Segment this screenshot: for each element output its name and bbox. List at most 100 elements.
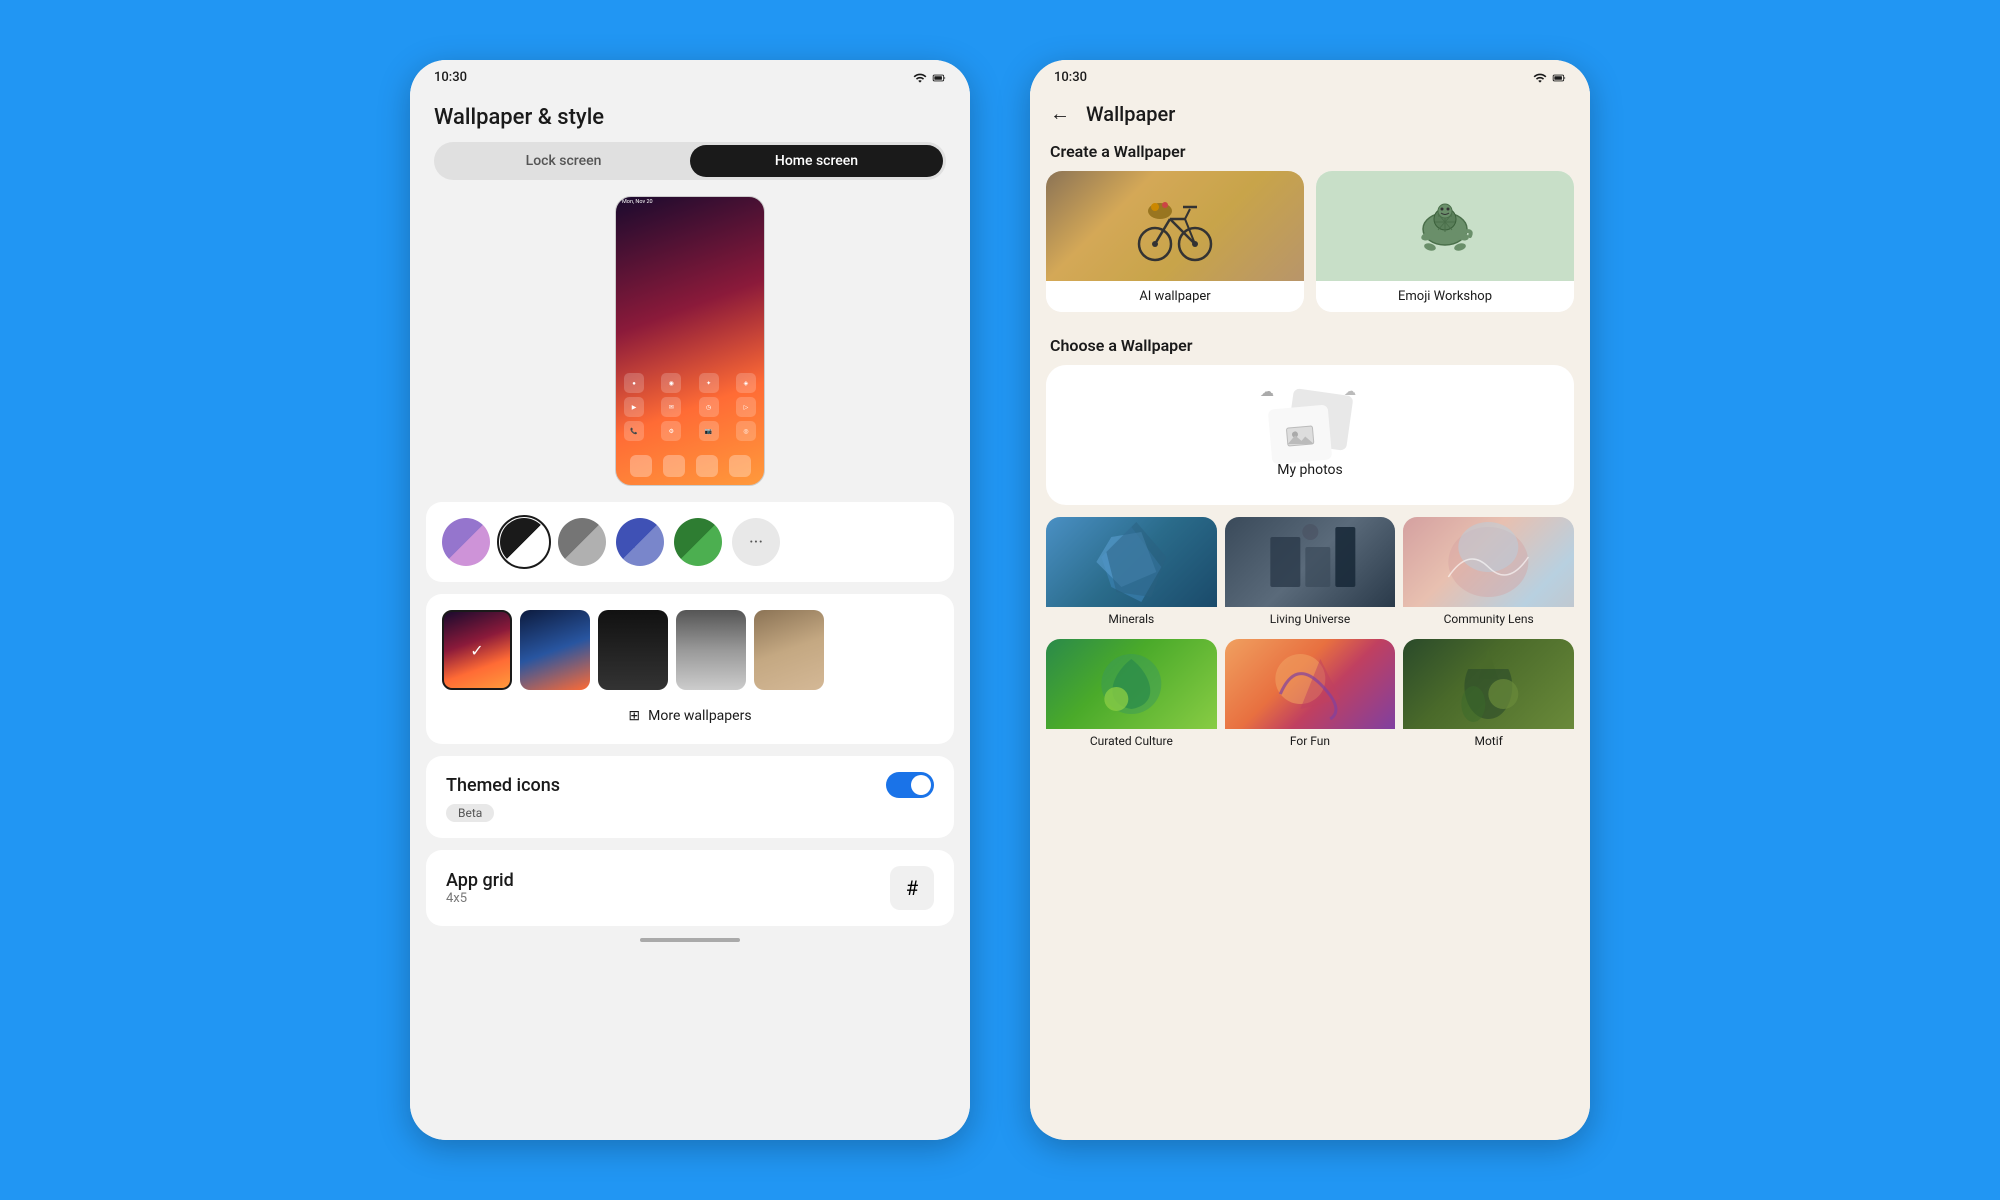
color-section: ···	[426, 502, 954, 582]
color-swatch-green[interactable]	[674, 518, 722, 566]
preview-icon-10: ⚙	[661, 421, 681, 441]
minerals-label: Minerals	[1046, 607, 1217, 631]
left-phone: 10:30 Wallpaper & style Lock screen Home…	[410, 60, 970, 1140]
status-icons-left	[913, 71, 946, 85]
my-photos-label: My photos	[1277, 462, 1343, 478]
curated-culture-label: Curated Culture	[1046, 729, 1217, 753]
app-grid-title: App grid	[446, 870, 514, 891]
ai-wallpaper-label: AI wallpaper	[1046, 281, 1304, 312]
motif-label: Motif	[1403, 729, 1574, 753]
wallpaper-thumbnails: ✓	[442, 610, 938, 690]
home-indicator	[640, 938, 740, 942]
back-button[interactable]: ←	[1050, 101, 1070, 126]
tab-home-screen[interactable]: Home screen	[690, 145, 943, 177]
wallpaper-item-community-lens[interactable]: Community Lens	[1403, 517, 1574, 631]
wallpaper-item-living-universe[interactable]: Living Universe	[1225, 517, 1396, 631]
app-grid-subtitle: 4x5	[446, 891, 514, 906]
emoji-workshop-label: Emoji Workshop	[1316, 281, 1574, 312]
wallpaper-thumb-2[interactable]	[520, 610, 590, 690]
right-phone: 10:30 ← Wallpaper Create a Wallpaper	[1030, 60, 1590, 1140]
wallpaper-section: ✓ ⊞ More wallpapers	[426, 594, 954, 744]
more-wallpapers-label: More wallpapers	[648, 708, 751, 724]
themed-icons-section: Themed icons Beta	[426, 756, 954, 838]
time-left: 10:30	[434, 70, 467, 85]
status-bar-left: 10:30	[410, 60, 970, 89]
wallpaper-thumb-4[interactable]	[676, 610, 746, 690]
preview-icon-9: 📞	[624, 421, 644, 441]
wallpaper-item-for-fun[interactable]: For Fun	[1225, 639, 1396, 753]
preview-icon-5: ▶	[624, 397, 644, 417]
signal-icon	[913, 71, 927, 85]
color-swatch-purple[interactable]	[442, 518, 490, 566]
preview-icon-6: ✉	[661, 397, 681, 417]
more-wallpapers-button[interactable]: ⊞ More wallpapers	[442, 704, 938, 728]
status-bar-right: 10:30	[1030, 60, 1590, 89]
motif-image	[1403, 639, 1574, 729]
tab-switcher[interactable]: Lock screen Home screen	[434, 142, 946, 180]
color-swatches: ···	[442, 518, 938, 566]
preview-screen: Mon, Nov 20 ● ◉ ✦ ◈ ▶ ✉ ◷ ▷	[616, 197, 764, 485]
back-header: ← Wallpaper	[1030, 89, 1590, 134]
app-grid-section[interactable]: App grid 4x5 #	[426, 850, 954, 926]
dock-icon-4	[729, 455, 751, 477]
preview-icon-4: ◈	[736, 373, 756, 393]
preview-date: Mon, Nov 20	[616, 197, 764, 207]
for-fun-illustration	[1225, 639, 1396, 729]
community-lens-illustration	[1403, 517, 1574, 607]
time-right: 10:30	[1054, 70, 1087, 85]
wallpaper-page-title: Wallpaper	[1086, 102, 1175, 126]
living-universe-illustration	[1225, 517, 1396, 607]
photos-stack: ☁ ☁	[1270, 392, 1350, 462]
color-swatch-blue[interactable]	[616, 518, 664, 566]
preview-dock	[616, 455, 764, 477]
dock-icon-1	[630, 455, 652, 477]
motif-illustration	[1403, 639, 1574, 729]
choose-section-heading: Choose a Wallpaper	[1030, 328, 1590, 365]
ai-wallpaper-bg	[1046, 171, 1304, 281]
color-swatch-gray[interactable]	[558, 518, 606, 566]
wallpaper-thumb-1[interactable]: ✓	[442, 610, 512, 690]
emoji-workshop-card[interactable]: Emoji Workshop	[1316, 171, 1574, 312]
curated-culture-illustration	[1046, 639, 1217, 729]
preview-icon-2: ◉	[661, 373, 681, 393]
cloud-right: ☁	[1344, 384, 1356, 398]
turtle-illustration	[1408, 194, 1483, 259]
wifi-icon-right	[1533, 71, 1547, 85]
wallpaper-item-motif[interactable]: Motif	[1403, 639, 1574, 753]
wallpaper-item-curated-culture[interactable]: Curated Culture	[1046, 639, 1217, 753]
bicycle-illustration	[1135, 189, 1215, 264]
my-photos-card[interactable]: ☁ ☁ My photos	[1046, 365, 1574, 505]
community-lens-image	[1403, 517, 1574, 607]
wallpaper-item-minerals[interactable]: Minerals	[1046, 517, 1217, 631]
more-colors-button[interactable]: ···	[732, 518, 780, 566]
wallpaper-thumb-5[interactable]	[754, 610, 824, 690]
themed-icons-header: Themed icons	[446, 772, 934, 798]
photo-card-front	[1268, 404, 1333, 464]
wallpaper-grid: Minerals Living Universe	[1030, 517, 1590, 753]
phone-preview-container: Mon, Nov 20 ● ◉ ✦ ◈ ▶ ✉ ◷ ▷	[410, 196, 970, 502]
preview-icons-grid: ● ◉ ✦ ◈ ▶ ✉ ◷ ▷ 📞 ⚙	[616, 373, 764, 445]
create-wallpaper-row: AI wallpaper	[1030, 171, 1590, 328]
color-swatch-dark[interactable]	[500, 518, 548, 566]
themed-icons-title: Themed icons	[446, 775, 560, 796]
dock-icon-3	[696, 455, 718, 477]
themed-icons-toggle[interactable]	[886, 772, 934, 798]
minerals-illustration	[1046, 517, 1217, 607]
preview-icon-12: ◎	[736, 421, 756, 441]
preview-icon-3: ✦	[699, 373, 719, 393]
for-fun-image	[1225, 639, 1396, 729]
phone-preview[interactable]: Mon, Nov 20 ● ◉ ✦ ◈ ▶ ✉ ◷ ▷	[615, 196, 765, 486]
emoji-workshop-bg	[1316, 171, 1574, 281]
living-universe-image	[1225, 517, 1396, 607]
app-grid-button[interactable]: #	[890, 866, 934, 910]
more-wallpapers-icon: ⊞	[628, 708, 640, 724]
for-fun-label: For Fun	[1225, 729, 1396, 753]
bottom-spacer	[1030, 753, 1590, 773]
preview-icon-11: 📷	[699, 421, 719, 441]
app-grid-info: App grid 4x5	[446, 870, 514, 906]
right-screen-content: ← Wallpaper Create a Wallpaper	[1030, 89, 1590, 1140]
tab-lock-screen[interactable]: Lock screen	[437, 145, 690, 177]
ai-wallpaper-card[interactable]: AI wallpaper	[1046, 171, 1304, 312]
battery-icon-right	[1552, 71, 1566, 85]
wallpaper-thumb-3[interactable]	[598, 610, 668, 690]
